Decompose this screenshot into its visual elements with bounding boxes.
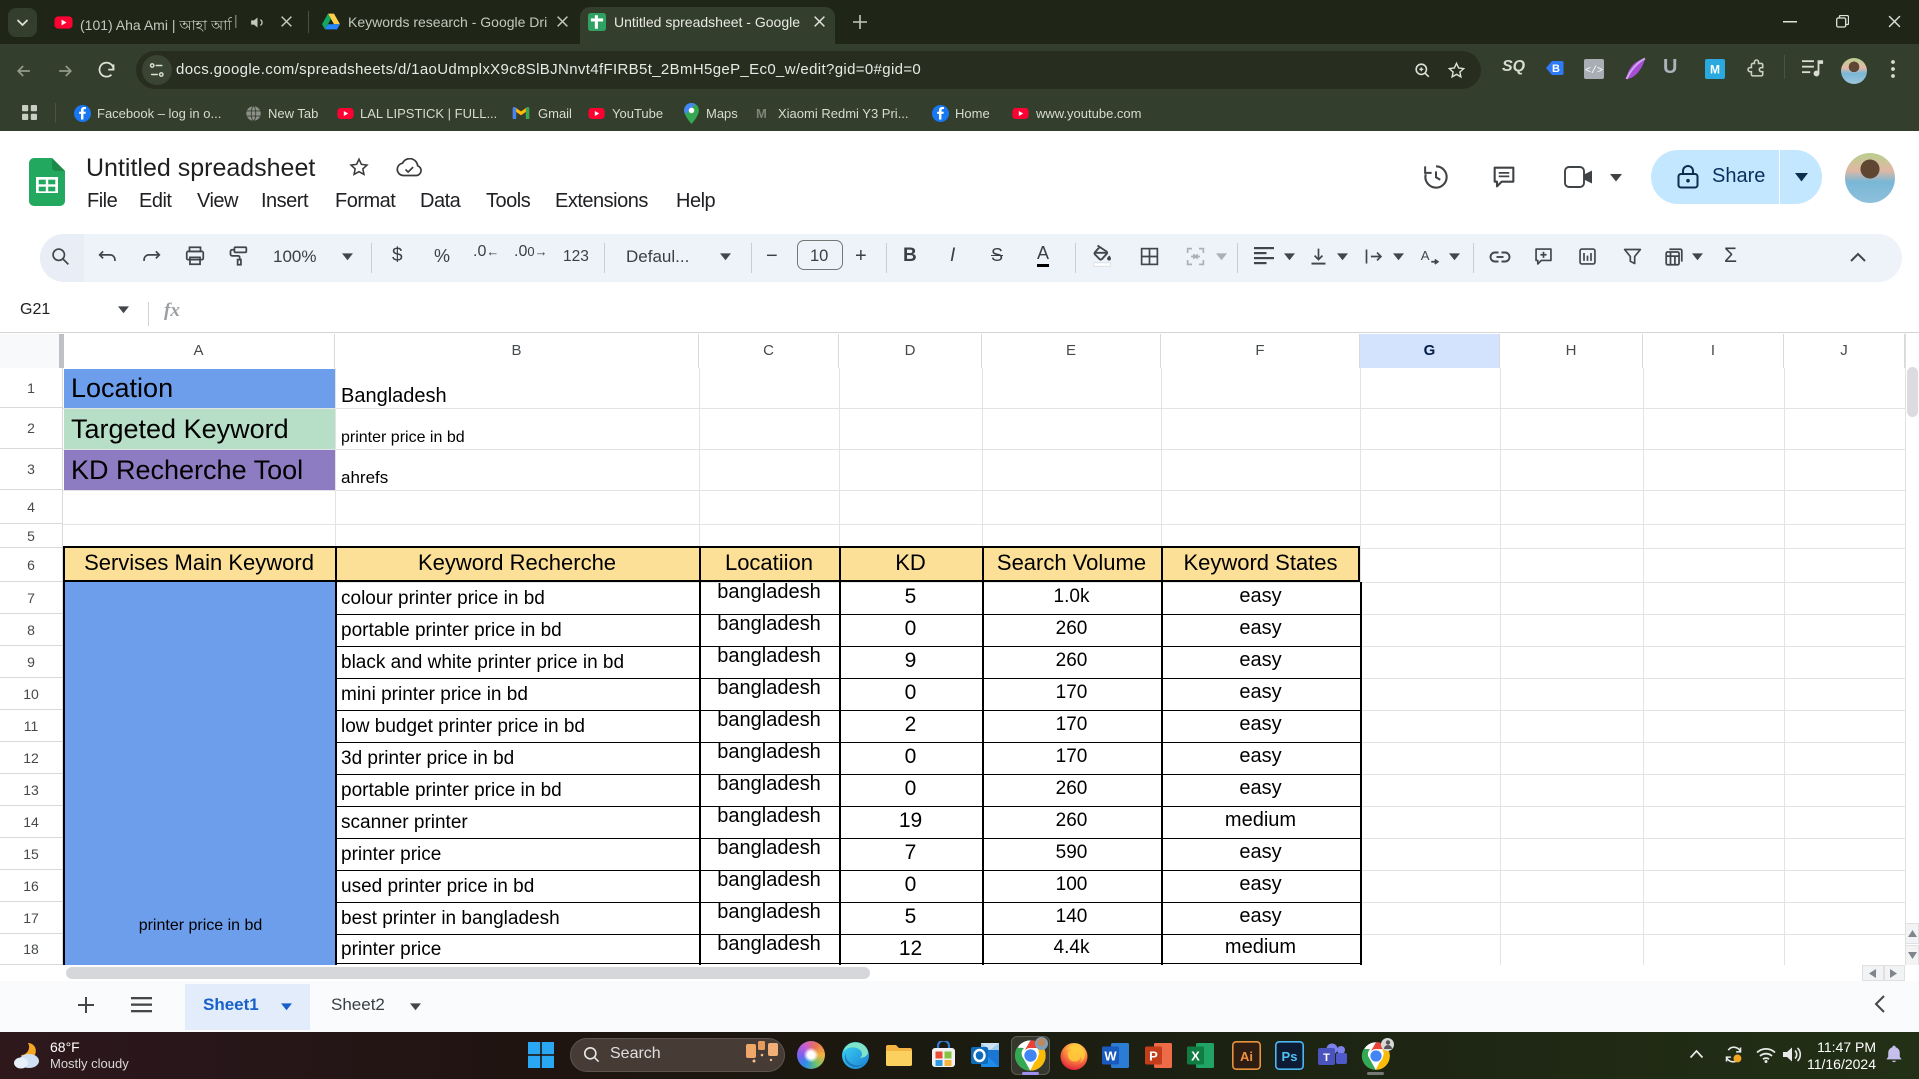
- svg-text:W: W: [1104, 1049, 1117, 1064]
- svg-text:P: P: [1149, 1049, 1158, 1064]
- svg-text:M: M: [1710, 63, 1720, 77]
- svg-text:Ps: Ps: [1282, 1049, 1298, 1064]
- svg-text:A: A: [1421, 248, 1430, 263]
- svg-text:</>: </>: [1585, 65, 1603, 77]
- svg-text:T: T: [1323, 1052, 1330, 1064]
- svg-text:X: X: [1191, 1049, 1200, 1064]
- svg-text:Ai: Ai: [1240, 1049, 1253, 1064]
- svg-text:B: B: [1552, 63, 1560, 75]
